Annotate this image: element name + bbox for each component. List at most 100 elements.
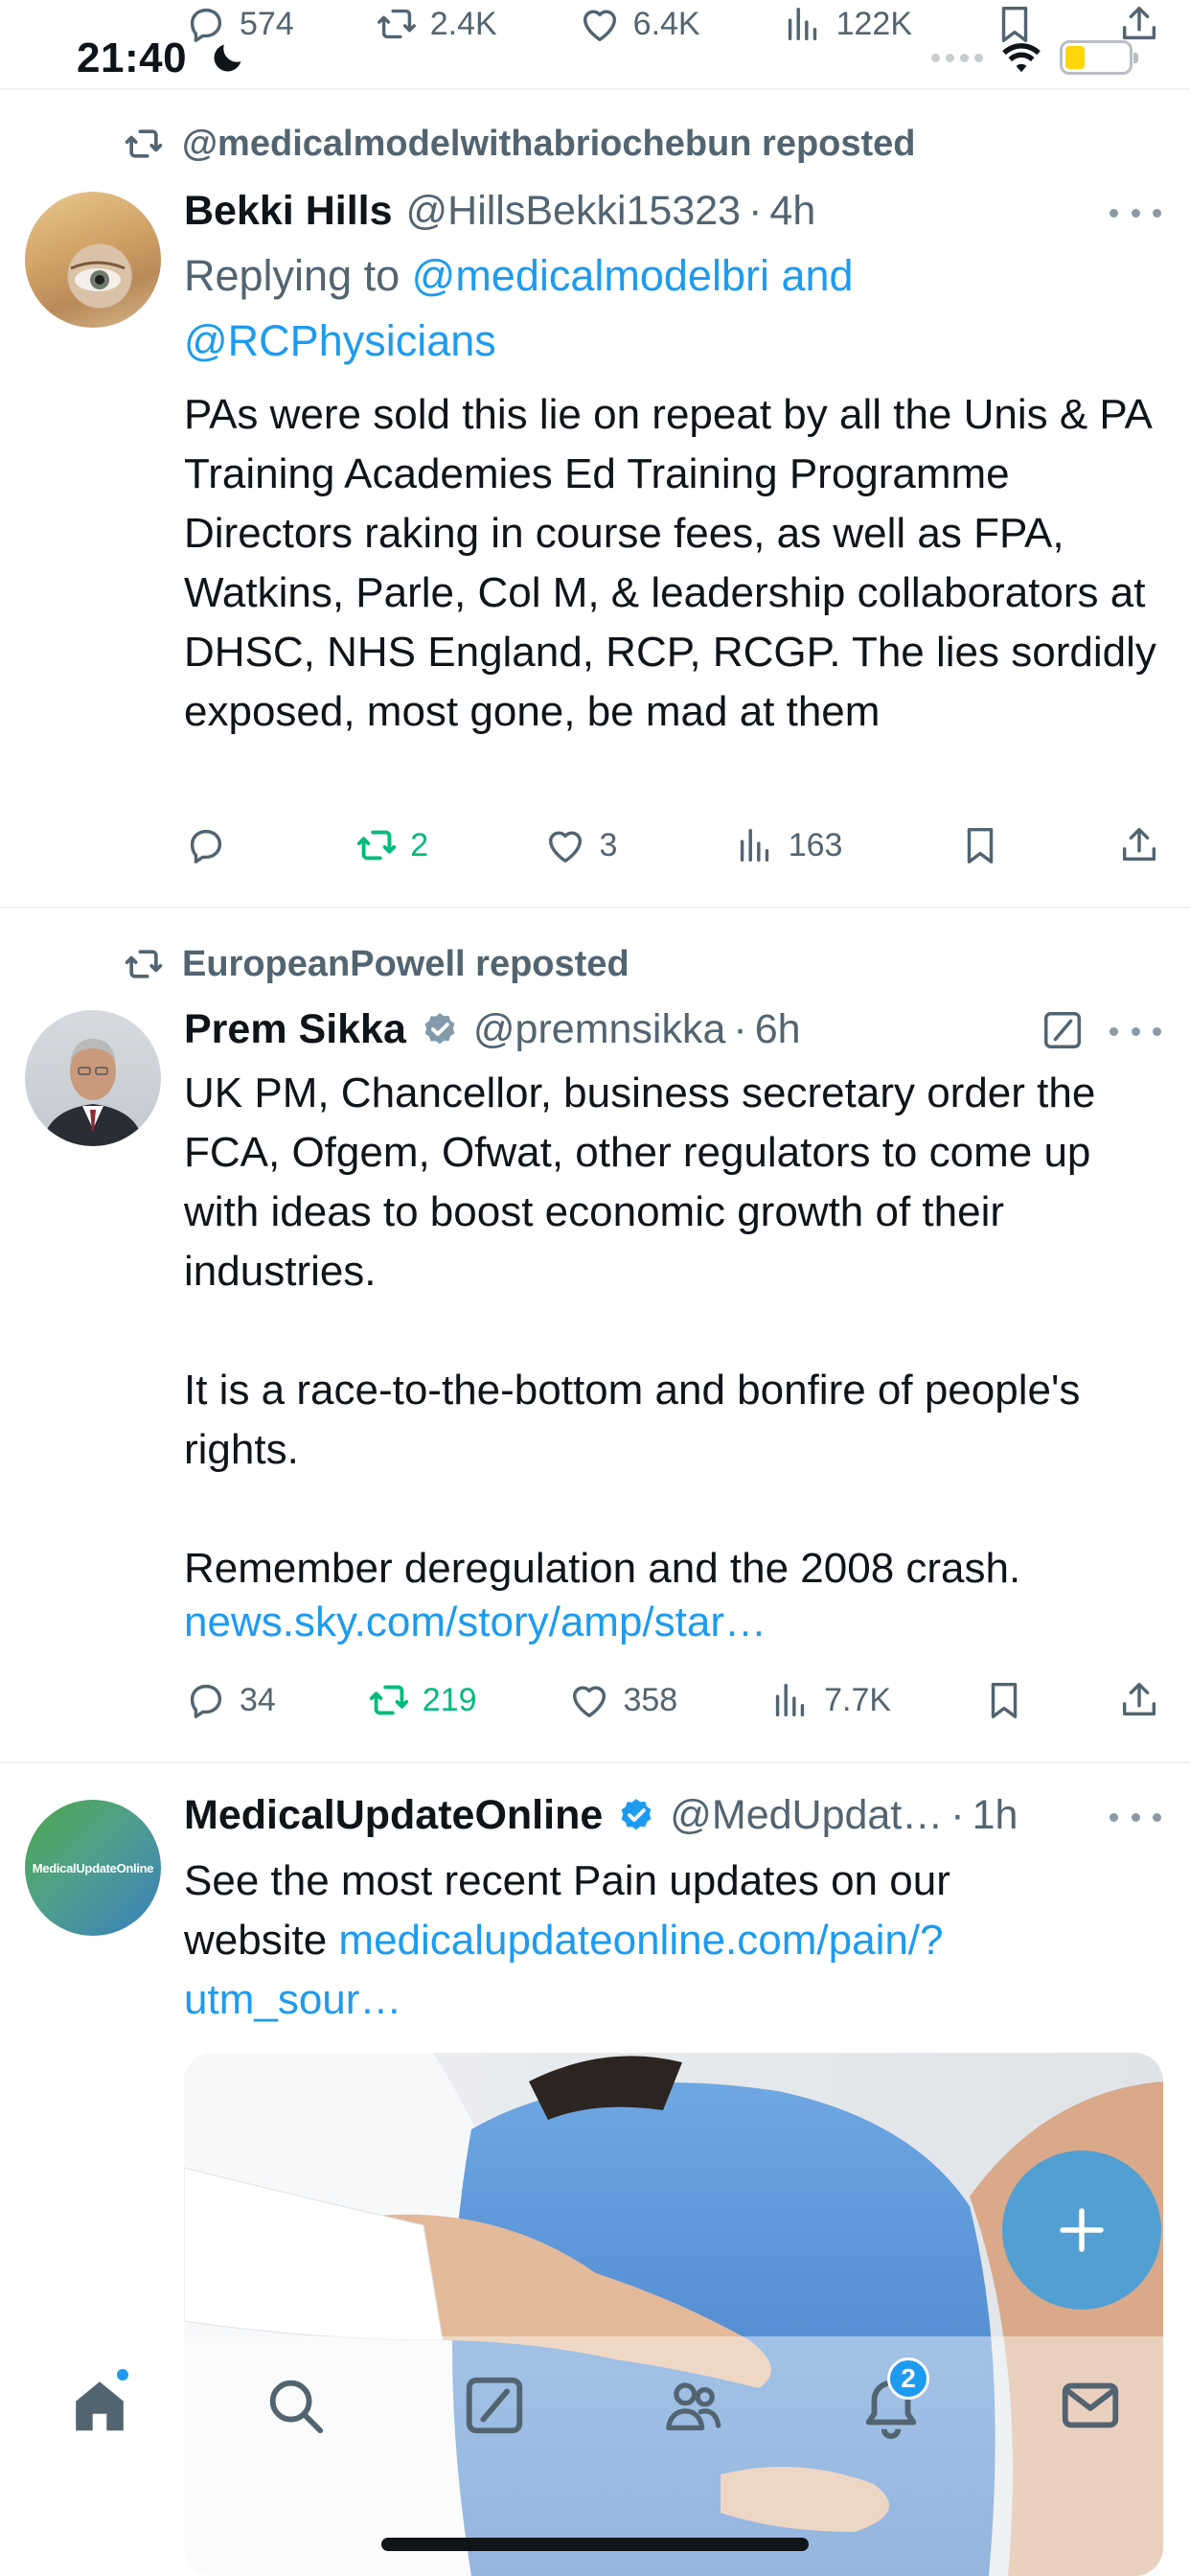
- display-name[interactable]: Bekki Hills: [184, 188, 393, 235]
- views-icon: [788, 7, 816, 41]
- like-button[interactable]: 6.4K: [578, 2, 700, 46]
- separator-dot: ·: [733, 1006, 747, 1052]
- views-count: 7.7K: [824, 1681, 892, 1718]
- like-button[interactable]: 358: [567, 1678, 677, 1722]
- status-bar: 574 2.4K 6.4K 122K 21:40: [0, 0, 1190, 88]
- share-button[interactable]: [1117, 1678, 1161, 1722]
- user-handle[interactable]: @MedUpdat…: [670, 1792, 943, 1839]
- communities-icon: [666, 2382, 721, 2430]
- views-button[interactable]: 122K: [781, 2, 912, 46]
- like-button[interactable]: 3: [543, 823, 617, 867]
- views-button[interactable]: 163: [733, 823, 843, 867]
- bookmark-icon: [991, 1682, 1018, 1718]
- plus-icon: [1060, 2208, 1104, 2252]
- repost-button[interactable]: 2: [355, 823, 428, 867]
- reply-count: 574: [240, 5, 294, 42]
- divider: [0, 1761, 1190, 1763]
- tweet-text: UK PM, Chancellor, business secretary or…: [184, 1070, 1096, 1592]
- repost-icon: [369, 1685, 408, 1715]
- tweet-age[interactable]: 1h: [973, 1792, 1018, 1839]
- nav-grok[interactable]: [456, 2367, 533, 2444]
- heart-icon: [549, 831, 583, 863]
- display-name[interactable]: MedicalUpdateOnline: [184, 1792, 603, 1839]
- repost-context[interactable]: @medicalmodelwithabriochebun reposted: [123, 123, 916, 165]
- focus-moon-icon: [214, 44, 241, 72]
- verified-badge-icon: [621, 1798, 652, 1829]
- cellular-signal-icon: [931, 53, 983, 62]
- views-icon: [740, 828, 768, 862]
- display-name[interactable]: Prem Sikka: [184, 1006, 406, 1053]
- separator-dot: ·: [748, 188, 763, 234]
- wifi-icon: [1002, 43, 1041, 73]
- like-count: 3: [599, 826, 618, 863]
- tweet-header: Prem Sikka @premnsikka · 6h: [184, 1006, 1161, 1053]
- avatar[interactable]: [25, 1010, 161, 1146]
- avatar[interactable]: MedicalUpdateOnline: [25, 1800, 161, 1936]
- tweet-actions: 2 3 163: [184, 816, 1161, 874]
- more-options-button[interactable]: [1110, 194, 1161, 232]
- tweet-link[interactable]: news.sky.com/story/amp/star…: [184, 1593, 1171, 1652]
- repost-icon: [357, 830, 397, 861]
- nav-home[interactable]: [61, 2367, 138, 2444]
- reply-button[interactable]: [184, 823, 240, 867]
- like-count: 358: [623, 1681, 678, 1718]
- tweet-age[interactable]: 4h: [769, 188, 815, 235]
- share-icon: [1122, 827, 1156, 862]
- compose-post-button[interactable]: [1002, 2150, 1161, 2310]
- status-indicators: [931, 40, 1138, 75]
- replying-to: Replying to @medicalmodelbri and @RCPhys…: [184, 243, 1142, 374]
- separator-dot: ·: [950, 1792, 965, 1838]
- repost-button[interactable]: 219: [367, 1678, 477, 1722]
- grok-icon: [466, 2377, 523, 2434]
- repost-context[interactable]: EuropeanPowell reposted: [123, 943, 629, 985]
- tweet-link-text[interactable]: news.sky.com/story/amp/star…: [184, 1598, 767, 1645]
- grok-icon[interactable]: [1041, 1008, 1085, 1052]
- avatar[interactable]: [25, 192, 161, 328]
- user-handle[interactable]: @premnsikka: [473, 1006, 726, 1053]
- share-button[interactable]: [1117, 823, 1161, 867]
- divider: [0, 88, 1190, 90]
- reply-button[interactable]: 34: [184, 1678, 276, 1722]
- repost-count: 2: [410, 826, 429, 863]
- reply-icon: [190, 1684, 222, 1718]
- bookmark-button[interactable]: [958, 823, 1002, 867]
- tweet-age[interactable]: 6h: [755, 1006, 801, 1053]
- replying-prefix: Replying to: [184, 251, 412, 300]
- tweet-header: Bekki Hills @HillsBekki15323 · 4h: [184, 188, 1161, 235]
- new-posts-dot: [115, 2367, 130, 2382]
- tweet-header: MedicalUpdateOnline @MedUpdat… · 1h: [184, 1792, 1161, 1839]
- tweet-actions: 34 219 358 7.7K: [184, 1671, 1161, 1729]
- repost-icon: [125, 950, 163, 978]
- envelope-icon: [1062, 2382, 1119, 2428]
- views-button[interactable]: 7.7K: [768, 1678, 891, 1722]
- views-count: 163: [788, 826, 843, 863]
- more-options-button[interactable]: [1110, 1012, 1161, 1050]
- tweet-text: See the most recent Pain updates on our …: [184, 1852, 1104, 2030]
- views-count: 122K: [835, 5, 912, 42]
- tweet-text: PAs were sold this lie on repeat by all …: [184, 391, 1169, 735]
- heart-icon: [573, 1686, 606, 1718]
- divider: [0, 907, 1190, 908]
- repost-count: 2.4K: [429, 5, 497, 42]
- reply-count: 34: [240, 1681, 276, 1718]
- repost-button[interactable]: 2.4K: [375, 2, 497, 46]
- repost-count: 219: [422, 1681, 477, 1718]
- notifications-count-badge: 2: [887, 2358, 929, 2400]
- battery-icon: [1060, 40, 1138, 75]
- avatar-logo-text: MedicalUpdateOnline: [32, 1860, 154, 1875]
- nav-messages[interactable]: [1052, 2367, 1129, 2444]
- repost-icon: [377, 9, 416, 39]
- nav-notifications[interactable]: 2: [853, 2358, 929, 2444]
- home-indicator[interactable]: [381, 2538, 809, 2551]
- more-options-button[interactable]: [1110, 1798, 1161, 1836]
- nav-search[interactable]: [257, 2367, 333, 2444]
- bookmark-icon: [967, 827, 993, 863]
- user-handle[interactable]: @HillsBekki15323: [406, 188, 742, 235]
- repost-context-label: EuropeanPowell reposted: [182, 943, 629, 984]
- share-icon: [1122, 1682, 1156, 1716]
- bookmark-button[interactable]: [982, 1678, 1026, 1722]
- reply-icon: [190, 829, 222, 863]
- repost-context-label: @medicalmodelwithabriochebun reposted: [182, 123, 916, 164]
- heart-icon: [583, 10, 616, 42]
- nav-communities[interactable]: [655, 2367, 732, 2444]
